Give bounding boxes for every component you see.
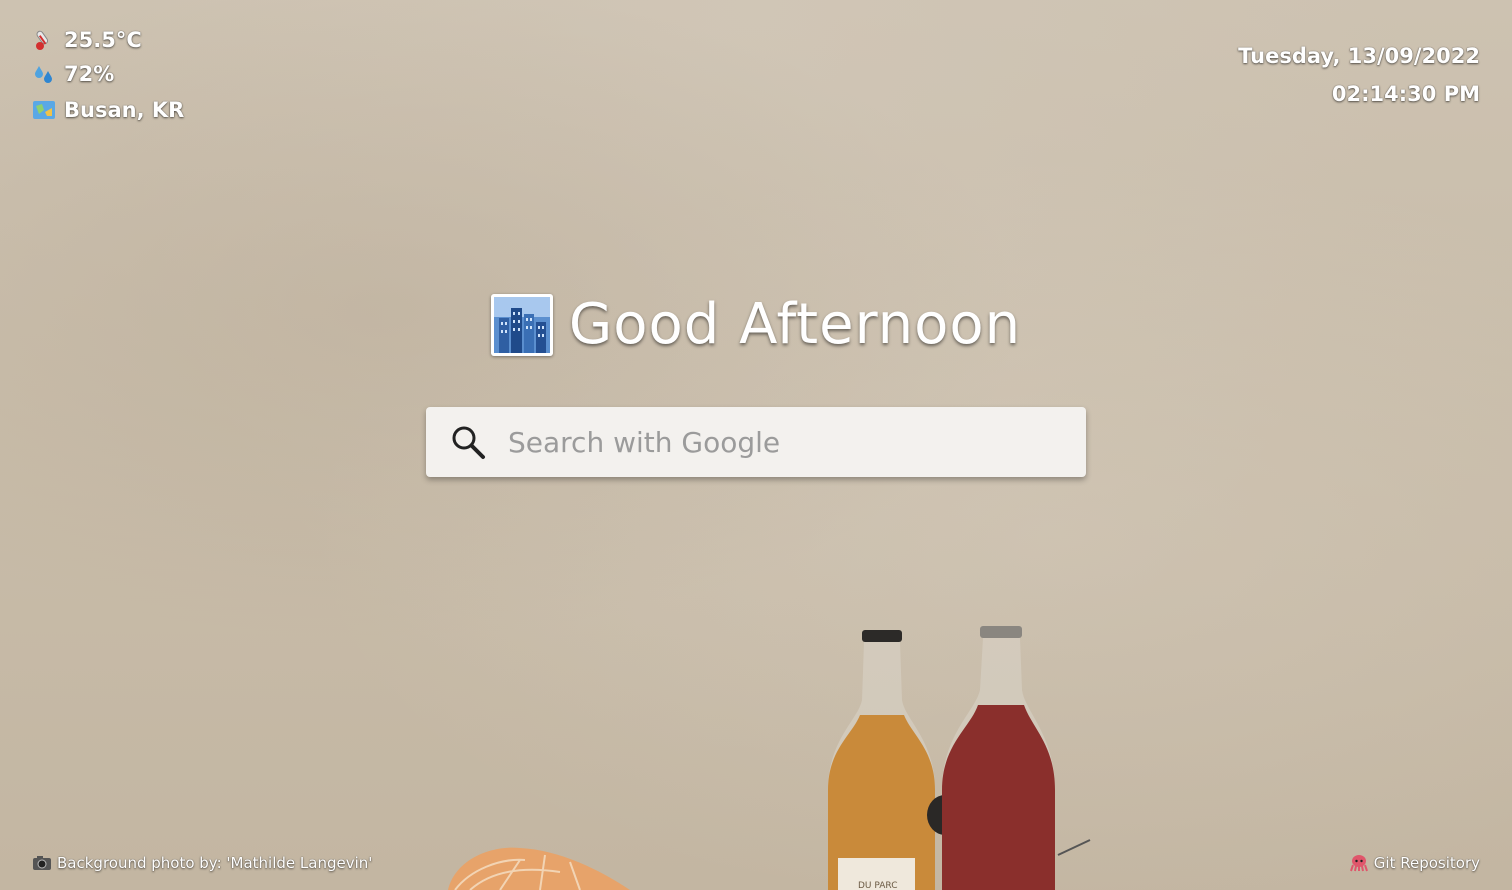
time-display: 02:14:30 PM [1331, 82, 1480, 106]
search-input[interactable] [506, 411, 1070, 473]
date-display: Tuesday, 13/09/2022 [1238, 44, 1480, 68]
location-row: Busan, KR [32, 96, 184, 124]
camera-icon [32, 854, 52, 872]
droplets-icon [32, 62, 56, 86]
greeting-text: Good Afternoon [568, 292, 1022, 357]
clock-panel: Tuesday, 13/09/2022 02:14:30 PM [1238, 42, 1480, 118]
search-box[interactable] [426, 407, 1086, 477]
search-icon[interactable] [448, 422, 488, 462]
temperature-row: 25.5°C [32, 26, 184, 54]
octopus-icon [1349, 854, 1369, 872]
photo-credit: Background photo by: 'Mathilde Langevin' [32, 854, 372, 872]
git-repository-label[interactable]: Git Repository [1374, 854, 1480, 872]
weather-panel: 25.5°C 72% Busan, KR [32, 26, 184, 130]
humidity-value: 72% [64, 61, 115, 86]
photo-credit-text: Background photo by: 'Mathilde Langevin' [57, 854, 373, 872]
greeting: Good Afternoon [0, 292, 1512, 357]
location-value: Busan, KR [64, 97, 185, 122]
thermometer-icon [32, 28, 56, 52]
temperature-value: 25.5°C [64, 27, 142, 52]
svg-text:DU PARC: DU PARC [858, 881, 897, 890]
humidity-row: 72% [32, 60, 184, 88]
map-icon [32, 98, 56, 122]
cityscape-icon [490, 293, 553, 356]
git-repository-link[interactable]: Git Repository [1349, 854, 1480, 872]
